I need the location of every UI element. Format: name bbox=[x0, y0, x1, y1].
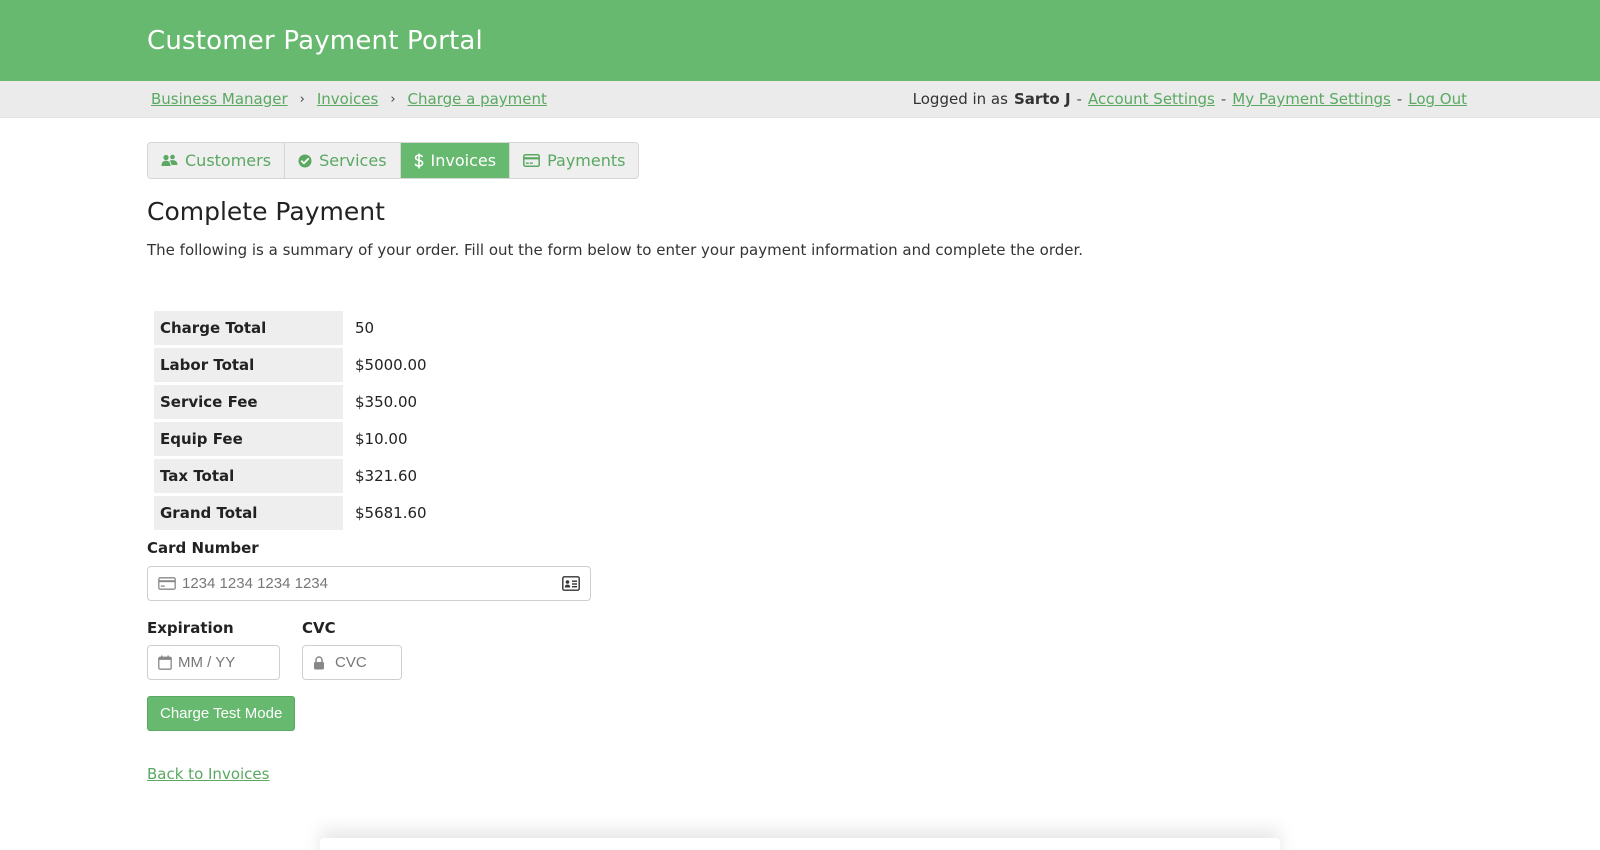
card-number-input[interactable] bbox=[182, 575, 590, 592]
nav-bar: Business Manager › Invoices › Charge a p… bbox=[0, 81, 1600, 118]
app-title: Customer Payment Portal bbox=[147, 26, 483, 56]
logged-in-label: Logged in as bbox=[912, 90, 1008, 108]
card-scan-icon[interactable] bbox=[562, 576, 580, 591]
users-icon bbox=[161, 154, 178, 167]
row-value: 50 bbox=[355, 319, 375, 337]
breadcrumb-separator: › bbox=[299, 91, 305, 107]
breadcrumb: Business Manager › Invoices › Charge a p… bbox=[151, 90, 547, 108]
separator-dash: - bbox=[1396, 90, 1403, 108]
app-header: Customer Payment Portal bbox=[0, 0, 1600, 81]
row-label: Charge Total bbox=[154, 311, 343, 345]
user-name: Sarto J bbox=[1013, 90, 1071, 108]
check-circle-icon bbox=[298, 154, 312, 168]
cvc-input[interactable] bbox=[335, 654, 401, 671]
row-label: Service Fee bbox=[154, 385, 343, 419]
charge-test-mode-button[interactable]: Charge Test Mode bbox=[147, 696, 296, 731]
tab-label: Payments bbox=[547, 151, 626, 170]
table-row: Charge Total 50 bbox=[154, 311, 427, 345]
tab-label: Customers bbox=[185, 151, 272, 170]
row-label: Tax Total bbox=[154, 459, 343, 493]
separator-dash: - bbox=[1076, 90, 1082, 108]
row-value: $5681.60 bbox=[355, 504, 427, 522]
row-value: $10.00 bbox=[355, 430, 408, 448]
page-description: The following is a summary of your order… bbox=[147, 241, 1084, 259]
card-number-field bbox=[147, 566, 591, 601]
table-row: Equip Fee $10.00 bbox=[154, 422, 427, 456]
user-bar: Logged in as Sarto J - Account Settings … bbox=[913, 90, 1467, 108]
card-number-label: Card Number bbox=[147, 539, 259, 557]
breadcrumb-business-manager[interactable]: Business Manager bbox=[151, 90, 288, 108]
page-title: Complete Payment bbox=[147, 197, 385, 226]
expiration-label: Expiration bbox=[147, 619, 234, 637]
tab-payments[interactable]: Payments bbox=[510, 143, 638, 178]
table-row: Labor Total $5000.00 bbox=[154, 348, 427, 382]
tab-label: Invoices bbox=[430, 151, 497, 170]
tab-label: Services bbox=[319, 151, 387, 170]
expiration-input[interactable] bbox=[178, 654, 279, 671]
row-value: $5000.00 bbox=[355, 356, 427, 374]
expiration-field bbox=[147, 645, 280, 680]
bottom-panel-edge bbox=[320, 838, 1280, 850]
lock-icon bbox=[313, 655, 325, 670]
row-label: Grand Total bbox=[154, 496, 343, 530]
table-row: Tax Total $321.60 bbox=[154, 459, 427, 493]
breadcrumb-charge-payment[interactable]: Charge a payment bbox=[408, 90, 547, 108]
main-tabs: Customers Services Invoices Payments bbox=[147, 142, 640, 179]
calendar-icon bbox=[158, 655, 172, 670]
log-out-link[interactable]: Log Out bbox=[1408, 90, 1467, 108]
row-label: Labor Total bbox=[154, 348, 343, 382]
breadcrumb-invoices[interactable]: Invoices bbox=[317, 90, 378, 108]
credit-card-icon bbox=[158, 577, 176, 590]
tab-customers[interactable]: Customers bbox=[148, 143, 286, 178]
row-label: Equip Fee bbox=[154, 422, 343, 456]
account-settings-link[interactable]: Account Settings bbox=[1088, 90, 1215, 108]
dollar-icon bbox=[413, 153, 424, 169]
separator-dash: - bbox=[1220, 90, 1227, 108]
tab-invoices[interactable]: Invoices bbox=[400, 143, 511, 178]
table-row: Service Fee $350.00 bbox=[154, 385, 427, 419]
back-to-invoices-link[interactable]: Back to Invoices bbox=[147, 765, 269, 783]
row-value: $350.00 bbox=[355, 393, 418, 411]
cvc-field bbox=[302, 645, 402, 680]
order-summary-table: Charge Total 50 Labor Total $5000.00 Ser… bbox=[154, 308, 427, 533]
credit-card-icon bbox=[523, 154, 541, 167]
row-value: $321.60 bbox=[355, 467, 418, 485]
tab-services[interactable]: Services bbox=[285, 143, 401, 178]
table-row: Grand Total $5681.60 bbox=[154, 496, 427, 530]
payment-settings-link[interactable]: My Payment Settings bbox=[1232, 90, 1391, 108]
breadcrumb-separator: › bbox=[390, 91, 396, 107]
cvc-label: CVC bbox=[302, 619, 336, 637]
